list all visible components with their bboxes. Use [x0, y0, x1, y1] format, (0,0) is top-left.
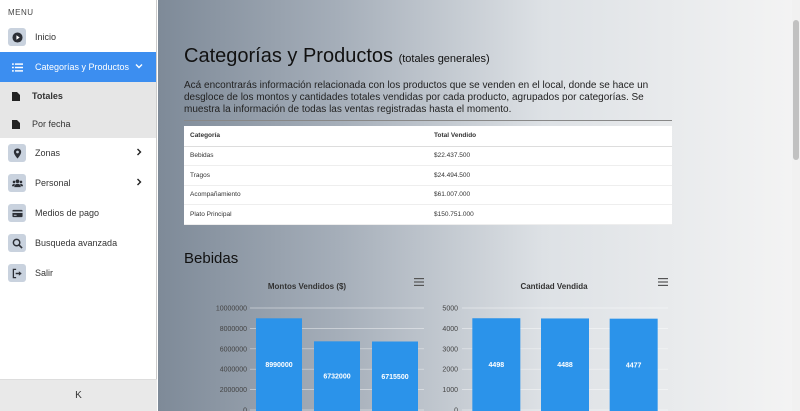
bar-value-label: 6732000 — [323, 374, 350, 381]
y-tick-label: 10000000 — [216, 306, 247, 313]
y-tick-label: 3000 — [442, 346, 458, 353]
scrollbar[interactable] — [792, 0, 800, 411]
sidebar-item-label: Inicio — [35, 32, 57, 42]
chart-plot: 10000000 8000000 6000000 4000000 2000000 0 899… — [216, 306, 424, 411]
table-cell: $22.437.500 — [428, 146, 672, 166]
table-header-categoria: Categoría — [184, 126, 428, 147]
table-cell: $61.007.000 — [428, 185, 672, 205]
sidebar-item-categorias[interactable]: Categorías y Productos — [0, 52, 156, 82]
chevron-right-icon — [137, 178, 142, 186]
document-icon — [12, 91, 20, 101]
sidebar-item-salir[interactable]: Salir — [0, 258, 156, 288]
sidebar-item-label: Categorías y Productos — [35, 62, 130, 72]
bar-value-label: 4498 — [489, 362, 505, 369]
sidebar-collapse-button[interactable]: K — [0, 379, 157, 411]
divider — [184, 120, 672, 121]
credit-card-icon — [8, 204, 26, 222]
bar-value-label: 4488 — [557, 362, 573, 369]
menu-header: MENU — [8, 8, 34, 17]
y-tick-label: 4000 — [442, 326, 458, 333]
search-icon — [8, 234, 26, 252]
sidebar-item-label: Zonas — [35, 148, 61, 158]
table-cell: Acompañamiento — [184, 185, 428, 205]
page-description: Acá encontrarás información relacionada … — [184, 80, 649, 115]
sidebar-submenu: Totales Por fecha — [0, 82, 156, 138]
bar-value-label: 6715500 — [381, 374, 408, 381]
sidebar-item-label: Salir — [35, 268, 54, 278]
table-cell: Bebidas — [184, 146, 428, 166]
sidebar-item-personal[interactable]: Personal — [0, 168, 156, 198]
map-pin-icon — [8, 144, 26, 162]
y-tick-label: 4000000 — [220, 367, 247, 374]
table-cell: $150.751.000 — [428, 204, 672, 225]
y-tick-label: 2000 — [442, 367, 458, 374]
sidebar-item-label: Personal — [35, 178, 71, 188]
sidebar-item-inicio[interactable]: Inicio — [0, 22, 156, 52]
table-row: Bebidas $22.437.500 — [184, 146, 672, 166]
sign-out-icon — [8, 264, 26, 282]
y-tick-label: 0 — [243, 408, 247, 411]
y-tick-label: 5000 — [442, 306, 458, 313]
y-tick-label: 6000000 — [220, 346, 247, 353]
table-cell: $24.494.500 — [428, 165, 672, 186]
y-tick-label: 1000 — [442, 387, 458, 394]
chart-montos-vendidos: Montos Vendidos ($) 10000000 8000000 60000… — [184, 278, 430, 411]
totals-table: Categoría Total Vendido Bebidas $22.437.… — [184, 126, 672, 225]
sidebar-item-zonas[interactable]: Zonas — [0, 138, 156, 168]
chart-cantidad-vendida: Cantidad Vendida 5000 4000 3000 2000 1000 0 44… — [434, 278, 674, 411]
chevron-right-icon — [137, 148, 142, 156]
bar-value-label: 4477 — [626, 362, 642, 369]
chevron-down-icon — [135, 64, 143, 69]
bar-value-label: 8990000 — [265, 362, 292, 369]
table-header-total: Total Vendido — [428, 126, 672, 147]
y-tick-label: 2000000 — [220, 387, 247, 394]
table-row: Tragos $24.494.500 — [184, 165, 672, 186]
sidebar: MENU Inicio Categorías y Productos Total… — [0, 0, 157, 411]
sidebar-item-busqueda-avanzada[interactable]: Busqueda avanzada — [0, 228, 156, 258]
section-title: Bebidas — [184, 250, 239, 267]
document-icon — [12, 119, 20, 129]
scrollbar-thumb[interactable] — [793, 20, 799, 160]
main-content: Categorías y Productos (totales generale… — [158, 0, 800, 411]
table-cell: Tragos — [184, 165, 428, 186]
collapse-icon: K — [75, 390, 82, 401]
y-tick-label: 8000000 — [220, 326, 247, 333]
page-title: Categorías y Productos (totales generale… — [184, 45, 490, 68]
sidebar-item-label: Busqueda avanzada — [35, 238, 118, 248]
sidebar-subitem-por-fecha[interactable]: Por fecha — [0, 110, 156, 138]
table-cell: Plato Principal — [184, 204, 428, 225]
list-icon — [8, 58, 26, 76]
sidebar-subitem-label: Totales — [32, 91, 63, 101]
sidebar-subitem-totales[interactable]: Totales — [0, 82, 156, 110]
users-icon — [8, 174, 26, 192]
table-header-row: Categoría Total Vendido — [184, 126, 672, 147]
page-title-text: Categorías y Productos — [184, 45, 393, 67]
sidebar-subitem-label: Por fecha — [32, 119, 71, 129]
table-row: Plato Principal $150.751.000 — [184, 204, 672, 225]
y-tick-label: 0 — [454, 408, 458, 411]
table-row: Acompañamiento $61.007.000 — [184, 185, 672, 205]
sidebar-item-medios-de-pago[interactable]: Medios de pago — [0, 198, 156, 228]
sidebar-item-label: Medios de pago — [35, 208, 100, 218]
page-subtitle: (totales generales) — [398, 53, 490, 65]
play-circle-icon — [8, 28, 26, 46]
chart-plot: 5000 4000 3000 2000 1000 0 4498 4488 4477 — [442, 306, 668, 411]
